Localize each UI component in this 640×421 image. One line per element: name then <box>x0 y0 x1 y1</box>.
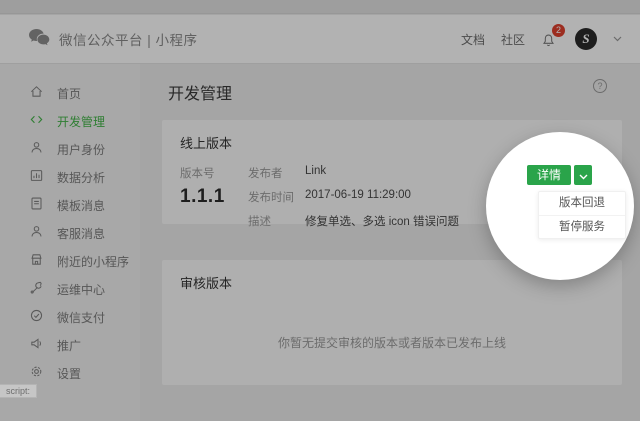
menu-item-version-rollback[interactable]: 版本回退 <box>539 192 625 215</box>
detail-button[interactable]: 详情 <box>527 165 571 185</box>
browser-status-text: script: <box>0 384 38 398</box>
app-window: 微信公众平台 | 小程序 文档 社区 2 S 首页 开发管理 用户身份 数据分析… <box>0 0 640 421</box>
detail-dropdown-toggle[interactable] <box>574 165 592 185</box>
chevron-down-icon <box>579 168 588 183</box>
menu-item-suspend-service[interactable]: 暂停服务 <box>539 215 625 238</box>
version-actions-menu: 版本回退 暂停服务 <box>538 191 626 239</box>
